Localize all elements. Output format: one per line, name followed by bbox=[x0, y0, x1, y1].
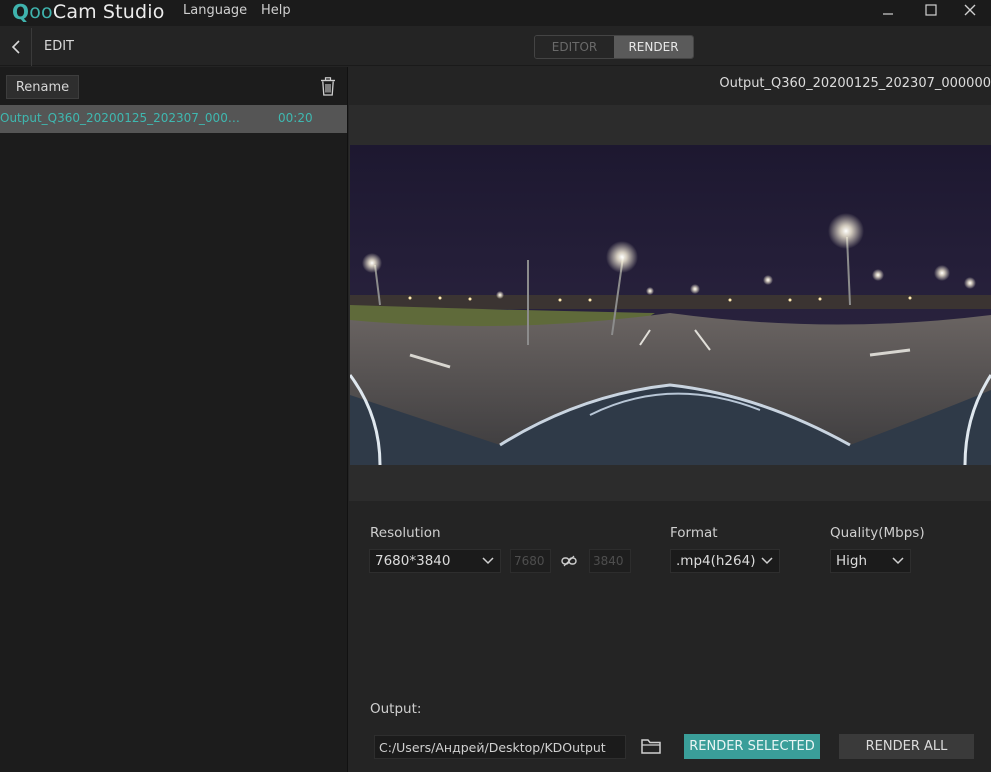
format-select[interactable]: .mp4(h264) bbox=[670, 549, 780, 573]
top-bar: EDIT EDITOR RENDER bbox=[0, 28, 991, 66]
chevron-left-icon bbox=[11, 40, 20, 54]
minimize-icon bbox=[883, 13, 893, 15]
tab-editor[interactable]: EDITOR bbox=[535, 36, 614, 58]
output-path-input[interactable]: C:/Users/Андрей/Desktop/KDOutput bbox=[374, 735, 626, 759]
file-list-panel: Rename Output_Q360_20200125_202307_000… … bbox=[0, 67, 348, 772]
close-icon bbox=[964, 4, 976, 16]
maximize-button[interactable] bbox=[916, 0, 946, 20]
trash-icon bbox=[321, 77, 335, 96]
menu-language[interactable]: Language bbox=[183, 3, 247, 18]
back-button[interactable] bbox=[0, 28, 32, 66]
delete-button[interactable] bbox=[320, 77, 338, 97]
link-icon[interactable] bbox=[561, 555, 577, 567]
app-logo: Qoo Cam Studio bbox=[12, 0, 165, 24]
panorama-image bbox=[350, 145, 991, 465]
file-name: Output_Q360_20200125_202307_000… bbox=[0, 111, 240, 125]
chevron-down-icon bbox=[892, 557, 904, 565]
title-bar: Qoo Cam Studio Language Help bbox=[0, 0, 991, 26]
render-panel: Output_Q360_20200125_202307_000000 Resol… bbox=[349, 67, 991, 772]
file-duration: 00:20 bbox=[278, 111, 313, 125]
render-all-button[interactable]: RENDER ALL bbox=[839, 734, 974, 759]
mode-toggle: EDITOR RENDER bbox=[534, 35, 694, 59]
quality-label: Quality(Mbps) bbox=[830, 525, 925, 541]
output-label: Output: bbox=[370, 701, 422, 717]
logo-oo: oo bbox=[29, 1, 53, 23]
chevron-down-icon bbox=[761, 557, 773, 565]
panorama-preview-image[interactable] bbox=[350, 145, 991, 465]
width-input[interactable]: 7680 bbox=[510, 549, 551, 573]
quality-value: High bbox=[836, 553, 868, 569]
edit-label: EDIT bbox=[44, 39, 74, 54]
maximize-icon bbox=[925, 4, 937, 16]
preview-title: Output_Q360_20200125_202307_000000 bbox=[719, 76, 991, 91]
file-list-item[interactable]: Output_Q360_20200125_202307_000… 00:20 bbox=[0, 105, 347, 133]
menu-help[interactable]: Help bbox=[261, 3, 291, 18]
close-button[interactable] bbox=[955, 0, 985, 20]
quality-select[interactable]: High bbox=[830, 549, 911, 573]
resolution-label: Resolution bbox=[370, 525, 441, 541]
format-value: .mp4(h264) bbox=[676, 553, 756, 569]
resolution-value: 7680*3840 bbox=[375, 553, 451, 569]
logo-cam: Cam bbox=[52, 1, 97, 23]
logo-q: Q bbox=[12, 0, 30, 24]
height-input[interactable]: 3840 bbox=[589, 549, 631, 573]
resolution-select[interactable]: 7680*3840 bbox=[369, 549, 501, 573]
logo-studio: Studio bbox=[102, 1, 165, 23]
chevron-down-icon bbox=[482, 557, 494, 565]
render-selected-button[interactable]: RENDER SELECTED bbox=[684, 734, 820, 759]
render-settings: Resolution 7680*3840 7680 3840 Format .m… bbox=[349, 503, 991, 772]
preview-area bbox=[349, 105, 991, 501]
minimize-button[interactable] bbox=[873, 0, 903, 20]
tab-render[interactable]: RENDER bbox=[614, 36, 693, 58]
rename-button[interactable]: Rename bbox=[6, 75, 79, 99]
format-label: Format bbox=[670, 525, 718, 541]
folder-icon[interactable] bbox=[640, 736, 662, 756]
